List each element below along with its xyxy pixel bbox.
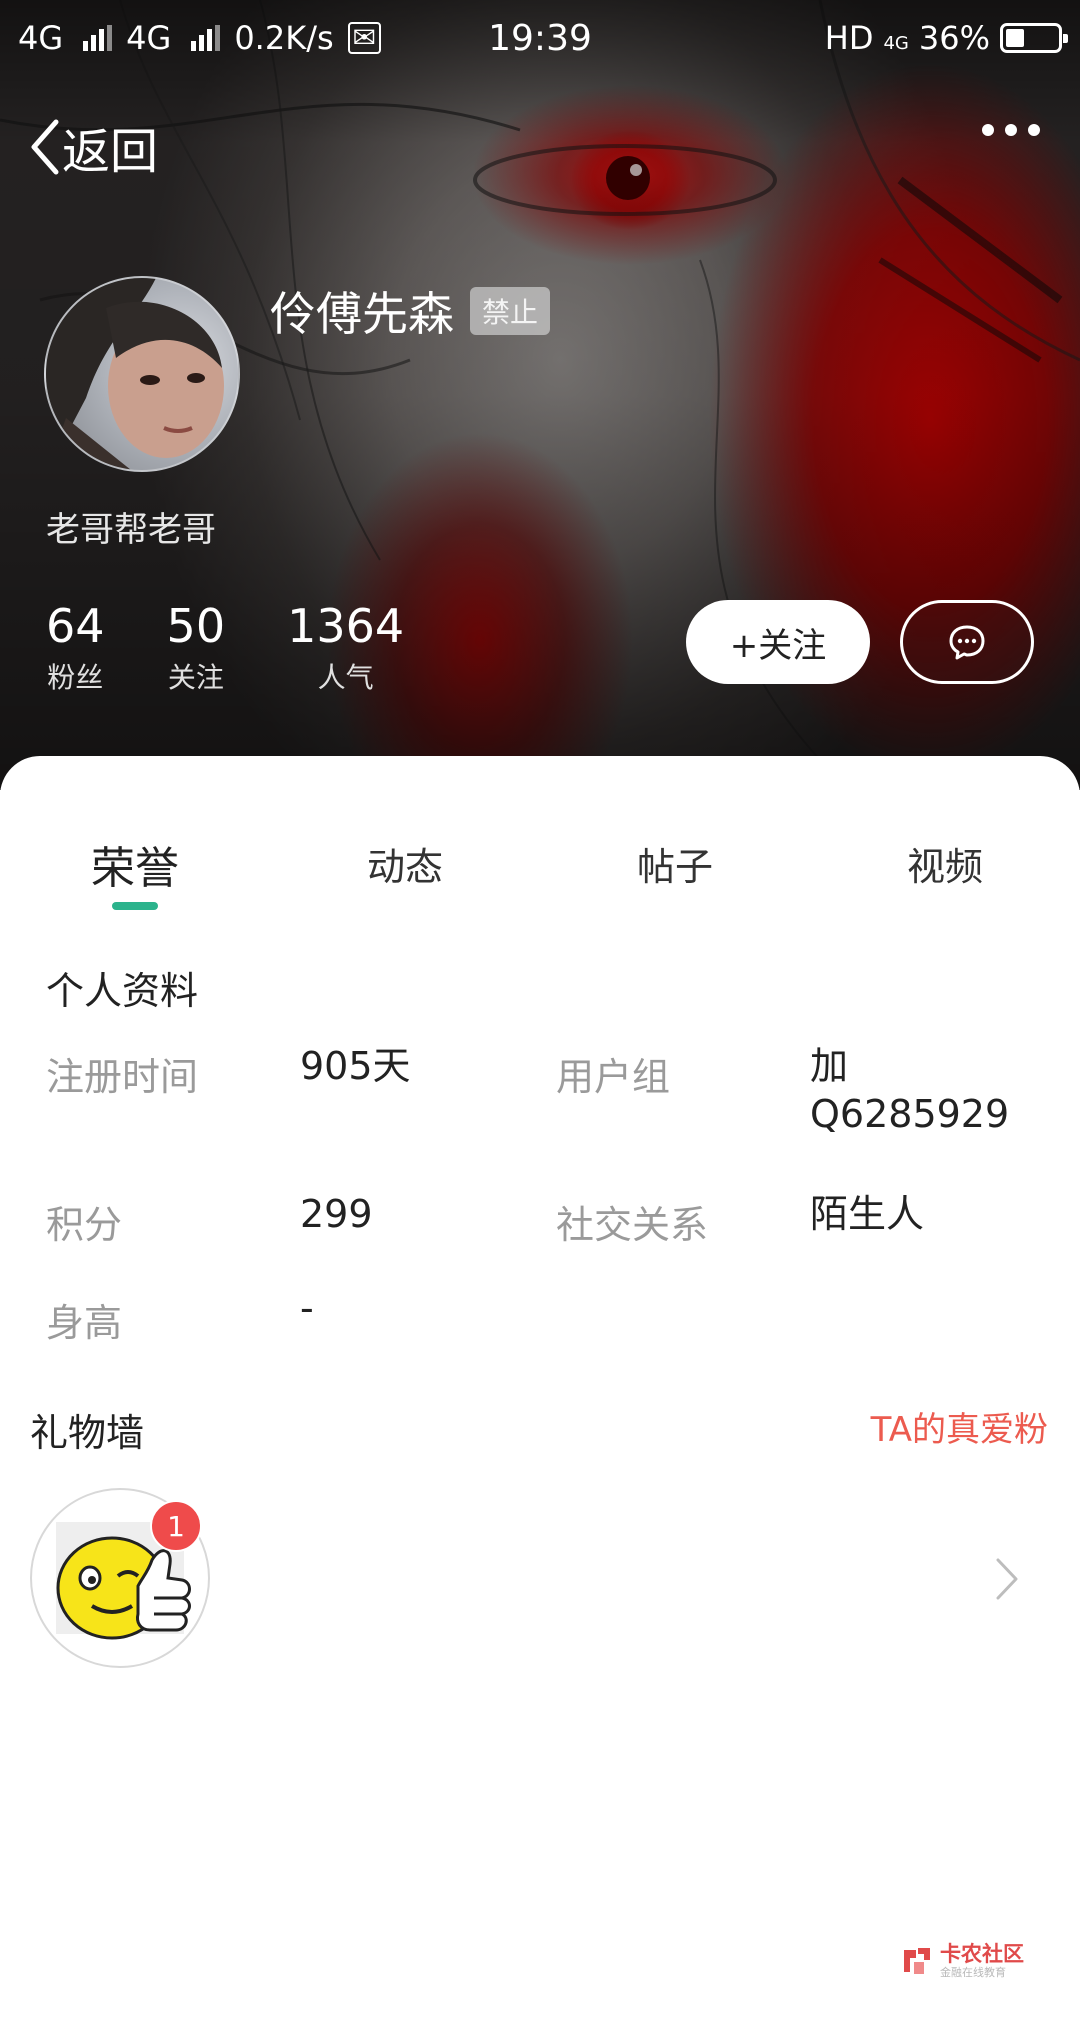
user-signature: 老哥帮老哥 <box>46 510 216 550</box>
stat-label: 粉丝 <box>47 661 104 694</box>
true-fans-link[interactable]: TA的真爱粉 <box>871 1402 1048 1451</box>
profile-stats: 64 粉丝 50 关注 1364 人气 <box>46 600 466 696</box>
points-value: 299 <box>300 1192 373 1236</box>
height-value: - <box>300 1286 314 1330</box>
signal-icon <box>191 25 221 51</box>
network-label-1: 4G <box>18 19 64 57</box>
tab-videos[interactable]: 视频 <box>907 836 983 891</box>
height-label: 身高 <box>46 1301 123 1345</box>
points-label: 积分 <box>46 1203 123 1247</box>
stat-value: 50 <box>166 599 226 653</box>
more-dots-icon <box>982 124 994 136</box>
back-button[interactable]: 返回 <box>28 112 158 182</box>
user-group-label: 用户组 <box>556 1055 671 1099</box>
gift-wall-title: 礼物墙 <box>30 1411 145 1455</box>
stat-label: 人气 <box>317 661 374 694</box>
watermark-subtitle: 金融在线教育 <box>940 1966 1006 1979</box>
user-group-value-line1: 加 <box>810 1044 849 1088</box>
follow-button[interactable]: +关注 <box>686 600 870 684</box>
message-button[interactable] <box>900 600 1034 684</box>
stat-label: 关注 <box>167 661 224 694</box>
more-options-button[interactable] <box>982 124 1040 136</box>
tab-posts[interactable]: 帖子 <box>637 836 713 891</box>
chevron-right-icon[interactable] <box>992 1554 1022 1604</box>
network-label-2: 4G <box>126 19 172 57</box>
stat-fans[interactable]: 64 粉丝 <box>46 600 105 696</box>
chevron-left-icon <box>31 119 59 175</box>
status-badge: 禁止 <box>470 287 551 335</box>
personal-info-title: 个人资料 <box>46 969 199 1013</box>
network-small-label: 4G <box>883 33 909 54</box>
signal-icon <box>83 25 113 51</box>
register-time-label: 注册时间 <box>46 1055 199 1099</box>
watermark-title: 卡农社区 <box>940 1942 1024 1966</box>
notification-icon: ✉ <box>347 22 382 54</box>
battery-icon <box>1000 23 1068 53</box>
network-speed: 0.2K/s <box>234 19 334 57</box>
stat-following[interactable]: 50 关注 <box>167 600 226 696</box>
profile-content-card: 荣誉 动态 帖子 视频 个人资料 注册时间 905天 用户组 加 Q628592… <box>0 756 1080 2034</box>
stat-value: 1364 <box>287 599 405 653</box>
battery-percent: 36% <box>918 19 990 57</box>
social-relation-value: 陌生人 <box>810 1192 925 1236</box>
chat-bubble-icon <box>949 625 985 660</box>
status-bar: 4G 4G 0.2K/s ✉ 19:39 HD 4G 36% <box>0 0 1080 76</box>
hd-indicator: HD <box>824 19 874 57</box>
tab-activity[interactable]: 动态 <box>367 836 443 891</box>
stat-popularity[interactable]: 1364 人气 <box>287 600 404 696</box>
username: 伶傅先森 <box>270 287 454 341</box>
stat-value: 64 <box>46 599 105 653</box>
active-tab-indicator <box>112 902 158 910</box>
knong-logo-icon <box>904 1948 930 1974</box>
user-group-value-line2: Q6285929 <box>810 1092 1010 1136</box>
tab-honor[interactable]: 荣誉 <box>91 832 179 896</box>
watermark-logo: 卡农社区 金融在线教育 <box>900 1942 1024 1980</box>
back-label: 返回 <box>62 124 159 180</box>
avatar[interactable] <box>44 276 240 472</box>
avatar-image <box>46 278 224 470</box>
register-time-value: 905天 <box>300 1044 411 1088</box>
tab-bar: 荣誉 动态 帖子 视频 <box>0 836 1080 906</box>
social-relation-label: 社交关系 <box>556 1203 709 1247</box>
gift-count-badge: 1 <box>150 1500 202 1552</box>
